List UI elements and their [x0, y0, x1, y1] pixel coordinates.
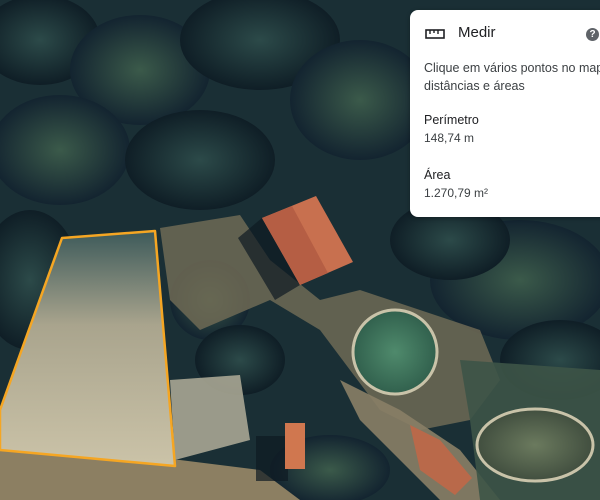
area-label: Área [424, 168, 451, 182]
instructions-text: Clique em vários pontos no mapa distânci… [424, 59, 600, 95]
instructions-line-2: distâncias e áreas [424, 79, 525, 93]
perimeter-label: Perímetro [424, 113, 479, 127]
measure-panel: Medir ? Clique em vários pontos no mapa … [410, 10, 600, 217]
area-value: 1.270,79 m² [424, 186, 489, 200]
ruler-icon [425, 29, 445, 39]
panel-header: Medir ? [410, 10, 600, 56]
perimeter-value: 148,74 m [424, 131, 475, 145]
pond-right [475, 407, 595, 483]
help-icon[interactable]: ? [586, 28, 599, 41]
panel-title: Medir [458, 24, 496, 41]
instructions-line-1: Clique em vários pontos no mapa [424, 61, 600, 75]
